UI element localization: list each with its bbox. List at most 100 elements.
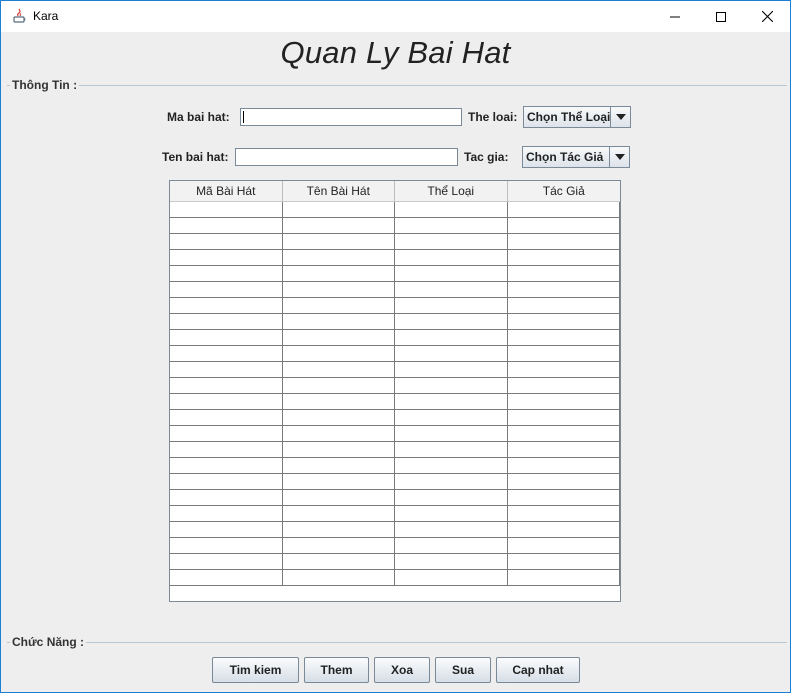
table-row[interactable] (170, 298, 620, 314)
table-row[interactable] (170, 458, 620, 474)
table-cell[interactable] (283, 234, 395, 249)
table-cell[interactable] (508, 298, 620, 313)
table-cell[interactable] (395, 346, 508, 361)
column-header[interactable]: Tên Bài Hát (283, 181, 395, 201)
table-cell[interactable] (170, 362, 283, 377)
table-cell[interactable] (170, 426, 283, 441)
table-cell[interactable] (395, 538, 508, 553)
table-cell[interactable] (508, 202, 620, 217)
table-cell[interactable] (395, 474, 508, 489)
table-row[interactable] (170, 362, 620, 378)
table-cell[interactable] (170, 250, 283, 265)
table-cell[interactable] (170, 330, 283, 345)
table-cell[interactable] (170, 570, 283, 585)
table-cell[interactable] (283, 378, 395, 393)
table-cell[interactable] (283, 266, 395, 281)
table-cell[interactable] (283, 458, 395, 473)
title-bar[interactable]: Kara (1, 1, 790, 32)
table-row[interactable] (170, 570, 620, 586)
table-cell[interactable] (395, 362, 508, 377)
table-cell[interactable] (283, 410, 395, 425)
table-row[interactable] (170, 234, 620, 250)
table-row[interactable] (170, 218, 620, 234)
table-cell[interactable] (283, 314, 395, 329)
song-table[interactable]: Mã Bài Hát Tên Bài Hát Thể Loại Tác Giả (169, 180, 621, 602)
table-cell[interactable] (283, 522, 395, 537)
table-row[interactable] (170, 346, 620, 362)
table-cell[interactable] (170, 314, 283, 329)
table-cell[interactable] (283, 570, 395, 585)
table-cell[interactable] (395, 378, 508, 393)
table-cell[interactable] (508, 410, 620, 425)
table-row[interactable] (170, 538, 620, 554)
delete-button[interactable]: Xoa (374, 657, 430, 683)
table-body[interactable] (170, 202, 620, 586)
table-row[interactable] (170, 474, 620, 490)
table-cell[interactable] (283, 506, 395, 521)
table-cell[interactable] (170, 298, 283, 313)
table-cell[interactable] (170, 458, 283, 473)
table-cell[interactable] (395, 234, 508, 249)
table-row[interactable] (170, 522, 620, 538)
table-cell[interactable] (508, 554, 620, 569)
minimize-button[interactable] (652, 1, 698, 32)
table-cell[interactable] (508, 314, 620, 329)
table-cell[interactable] (508, 474, 620, 489)
add-button[interactable]: Them (304, 657, 369, 683)
table-cell[interactable] (508, 282, 620, 297)
table-cell[interactable] (170, 554, 283, 569)
table-cell[interactable] (395, 570, 508, 585)
table-cell[interactable] (170, 522, 283, 537)
table-cell[interactable] (395, 266, 508, 281)
table-cell[interactable] (508, 234, 620, 249)
table-cell[interactable] (170, 394, 283, 409)
table-cell[interactable] (395, 426, 508, 441)
column-header[interactable]: Thể Loại (395, 181, 508, 201)
table-cell[interactable] (395, 522, 508, 537)
table-cell[interactable] (395, 442, 508, 457)
table-row[interactable] (170, 426, 620, 442)
ten-bai-hat-input[interactable] (235, 148, 458, 166)
table-cell[interactable] (170, 442, 283, 457)
table-cell[interactable] (283, 202, 395, 217)
table-cell[interactable] (170, 506, 283, 521)
table-cell[interactable] (170, 538, 283, 553)
table-row[interactable] (170, 506, 620, 522)
table-row[interactable] (170, 266, 620, 282)
table-cell[interactable] (170, 202, 283, 217)
search-button[interactable]: Tim kiem (212, 657, 299, 683)
table-cell[interactable] (170, 218, 283, 233)
table-cell[interactable] (283, 394, 395, 409)
table-cell[interactable] (508, 378, 620, 393)
table-row[interactable] (170, 282, 620, 298)
table-cell[interactable] (283, 330, 395, 345)
table-cell[interactable] (283, 250, 395, 265)
ma-bai-hat-input[interactable] (240, 108, 462, 126)
table-cell[interactable] (170, 490, 283, 505)
table-cell[interactable] (395, 506, 508, 521)
table-cell[interactable] (395, 330, 508, 345)
table-cell[interactable] (395, 298, 508, 313)
table-cell[interactable] (283, 426, 395, 441)
table-cell[interactable] (283, 554, 395, 569)
table-row[interactable] (170, 314, 620, 330)
table-cell[interactable] (283, 474, 395, 489)
table-cell[interactable] (283, 442, 395, 457)
table-cell[interactable] (170, 410, 283, 425)
table-cell[interactable] (508, 346, 620, 361)
table-row[interactable] (170, 554, 620, 570)
table-cell[interactable] (395, 554, 508, 569)
column-header[interactable]: Mã Bài Hát (170, 181, 283, 201)
table-cell[interactable] (508, 218, 620, 233)
table-row[interactable] (170, 442, 620, 458)
table-row[interactable] (170, 394, 620, 410)
table-row[interactable] (170, 490, 620, 506)
table-cell[interactable] (170, 378, 283, 393)
table-cell[interactable] (395, 282, 508, 297)
table-row[interactable] (170, 410, 620, 426)
table-cell[interactable] (170, 266, 283, 281)
table-cell[interactable] (170, 346, 283, 361)
table-cell[interactable] (283, 346, 395, 361)
table-cell[interactable] (508, 538, 620, 553)
table-cell[interactable] (508, 570, 620, 585)
